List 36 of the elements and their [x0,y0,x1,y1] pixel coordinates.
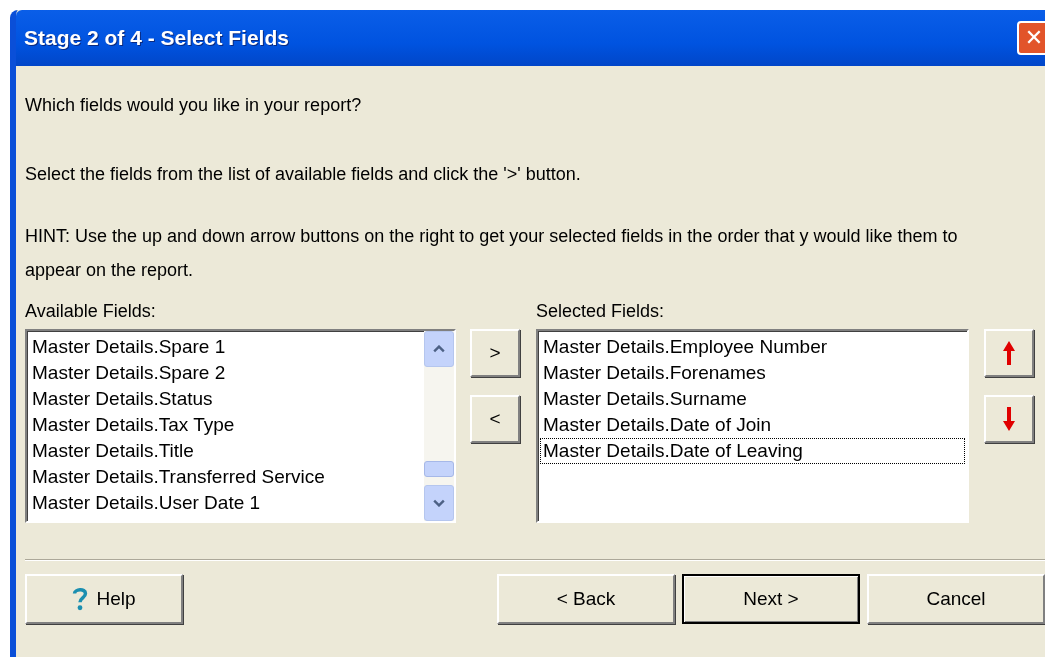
list-item[interactable]: Master Details.Tax Type [29,412,422,438]
move-up-button[interactable] [984,329,1034,377]
scroll-thumb[interactable] [424,461,454,477]
list-item[interactable]: Master Details.Date of Leaving [540,438,965,464]
wizard-button[interactable]: Next > [682,574,860,624]
list-item[interactable]: Master Details.User Date 1 [29,490,422,516]
list-item[interactable]: Master Details.Status [29,386,422,412]
wizard-button[interactable]: Cancel [867,574,1045,624]
window-title: Stage 2 of 4 - Select Fields [24,26,289,50]
help-icon [72,587,89,611]
help-button[interactable]: Help [25,574,183,624]
instruction-text: Select the fields from the list of available fields and click the '>' button. [25,163,582,186]
up-arrow-icon [1003,341,1015,365]
list-item[interactable]: Master Details.Spare 2 [29,360,422,386]
list-item[interactable]: Master Details.Spare 1 [29,334,422,360]
list-item[interactable]: Master Details.Title [29,438,422,464]
instruction-text: Which fields would you like in your report? [25,94,363,117]
move-button[interactable]: > [470,329,520,377]
available-fields-list[interactable]: Master Details.Spare 1 Master Details.Spare 2 Master Details.Status Master Details.Tax Type Master Details.Title Master Details.Transferred Service Master Details.User Date 1 [25,329,456,523]
scrollbar[interactable] [424,331,454,521]
scroll-down-icon[interactable] [424,485,454,521]
move-button[interactable]: < [470,395,520,443]
list-item[interactable]: Master Details.Transferred Service [29,464,422,490]
instruction-text: HINT: Use the up and down arrow buttons on the right to get your selected fields in the order that y would like them to appear on the report. [25,225,959,282]
move-down-button[interactable] [984,395,1034,443]
list-label: Selected Fields: [536,301,666,323]
list-item[interactable]: Master Details.Surname [540,386,965,412]
list-item[interactable]: Master Details.Employee Number [540,334,965,360]
scroll-up-icon[interactable] [424,331,454,367]
list-item[interactable]: Master Details.Date of Join [540,412,965,438]
selected-fields-list[interactable]: Master Details.Employee Number Master Details.Forenames Master Details.Surname Master Details.Date of Join Master Details.Date of Leaving [536,329,969,523]
down-arrow-icon [1003,407,1015,431]
wizard-button[interactable]: < Back [497,574,675,624]
close-button[interactable]: ✕ [1017,21,1045,55]
list-label: Available Fields: [25,301,157,323]
list-item[interactable]: Master Details.Forenames [540,360,965,386]
